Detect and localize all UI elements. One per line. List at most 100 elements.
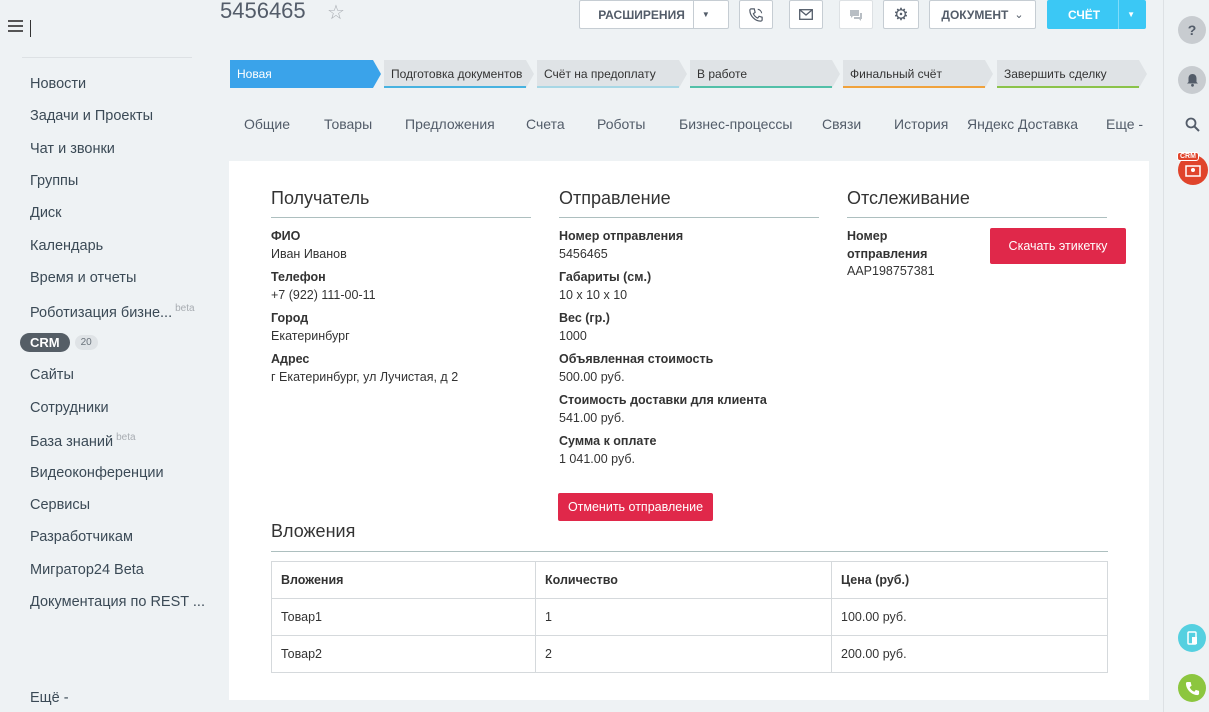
sidebar-item-crm[interactable]: CRM 20: [20, 333, 98, 352]
stage-docs[interactable]: Подготовка документов: [384, 60, 534, 88]
gear-icon: ⚙: [893, 4, 909, 24]
recipient-phone-label: Телефон: [271, 270, 326, 284]
cancel-shipment-button[interactable]: Отменить отправление: [558, 493, 713, 521]
recipient-name-label: ФИО: [271, 229, 301, 243]
star-icon[interactable]: ☆: [327, 0, 345, 25]
shipment-weight-value: 1000: [559, 329, 587, 343]
sidebar-item-label: Роботизация бизне...: [30, 304, 173, 321]
cell-quantity: 2: [535, 635, 832, 673]
stage-in-work[interactable]: В работе: [690, 60, 840, 88]
stage-prepayment[interactable]: Счёт на предоплату: [537, 60, 687, 88]
sidebar-item-videoconf[interactable]: Видеоконференции: [30, 465, 164, 481]
chevron-down-icon: ⌄: [1014, 9, 1024, 21]
sidebar-item-robotization[interactable]: Роботизация бизне... beta: [30, 303, 195, 321]
attachments-title: Вложения: [271, 521, 356, 541]
tracking-number-label-line2: отправления: [847, 247, 928, 261]
sidebar-item-groups[interactable]: Группы: [30, 173, 78, 189]
menu-icon[interactable]: [8, 20, 23, 36]
sidebar-divider: [22, 57, 192, 58]
invoice-button[interactable]: СЧЁТ ▼: [1047, 0, 1146, 29]
cell-price: 100.00 руб.: [831, 598, 1108, 636]
download-label-button[interactable]: Скачать этикетку: [990, 228, 1126, 264]
stage-label: Подготовка документов: [391, 67, 523, 81]
stage-close-deal[interactable]: Завершить сделку: [997, 60, 1147, 88]
sidebar-item-knowledge[interactable]: База знаний beta: [30, 432, 136, 450]
cell-price: 200.00 руб.: [831, 635, 1108, 673]
tab-more[interactable]: Еще -: [1106, 116, 1143, 132]
sidebar-item-chat[interactable]: Чат и звонки: [30, 141, 115, 157]
email-button[interactable]: [789, 0, 823, 29]
call-icon[interactable]: [1178, 674, 1206, 702]
tracking-title: Отслеживание: [847, 188, 970, 208]
sidebar-item-services[interactable]: Сервисы: [30, 497, 90, 513]
chat-button[interactable]: [839, 0, 873, 29]
shipment-dimensions-label: Габариты (см.): [559, 270, 652, 284]
chat-icon: [850, 9, 862, 21]
beta-badge: beta: [175, 303, 195, 314]
crm-label: CRM: [20, 333, 70, 352]
sidebar-item-label: База знаний: [30, 433, 114, 450]
sidebar-item-rest-docs[interactable]: Документация по REST ...: [30, 594, 205, 610]
sidebar-item-migrator[interactable]: Мигратор24 Beta: [30, 562, 144, 578]
stage-final-invoice[interactable]: Финальный счёт: [843, 60, 993, 88]
shipment-delivery-cost-value: 541.00 руб.: [559, 411, 625, 425]
shipment-delivery-cost-label: Стоимость доставки для клиента: [559, 393, 767, 407]
column-header-price: Цена (руб.): [831, 561, 1108, 599]
cell-item: Товар1: [271, 598, 536, 636]
extensions-label: РАСШИРЕНИЯ: [598, 7, 685, 22]
sidebar-item-disk[interactable]: Диск: [30, 205, 62, 221]
tab-general[interactable]: Общие: [244, 116, 290, 132]
search-icon[interactable]: [1178, 110, 1206, 138]
tab-business-processes[interactable]: Бизнес-процессы: [679, 116, 792, 132]
stage-new[interactable]: Новая: [230, 60, 381, 88]
call-button[interactable]: [739, 0, 773, 29]
bell-icon[interactable]: [1178, 66, 1206, 94]
phone-icon: [749, 7, 763, 22]
tab-history[interactable]: История: [894, 116, 948, 132]
shipment-total-value: 1 041.00 руб.: [559, 452, 635, 466]
recipient-city-value: Екатеринбург: [271, 329, 350, 343]
sidebar-item-tasks[interactable]: Задачи и Проекты: [30, 108, 153, 124]
table-row: Товар2 2 200.00 руб.: [271, 635, 1108, 673]
tab-yandex-delivery[interactable]: Яндекс Доставка: [967, 116, 1078, 132]
shipment-number-value: 5456465: [559, 247, 608, 261]
document-button[interactable]: ДОКУМЕНТ ⌄: [929, 0, 1036, 29]
recipient-title: Получатель: [271, 188, 370, 208]
right-rail: ? CRM: [1163, 0, 1209, 712]
sidebar-item-calendar[interactable]: Календарь: [30, 238, 103, 254]
sidebar-item-sites[interactable]: Сайты: [30, 367, 74, 383]
cell-item: Товар2: [271, 635, 536, 673]
shipment-total-label: Сумма к оплате: [559, 434, 657, 448]
sidebar-item-employees[interactable]: Сотрудники: [30, 400, 109, 416]
table-header-row: Вложения Количество Цена (руб.): [271, 561, 1108, 599]
attachments-divider: [271, 551, 1108, 552]
search-cursor: [30, 20, 31, 37]
tab-products[interactable]: Товары: [324, 116, 372, 132]
recipient-address-label: Адрес: [271, 352, 310, 366]
stage-label: Счёт на предоплату: [544, 67, 656, 81]
page-title: 5456465: [220, 0, 306, 23]
column-header-quantity: Количество: [535, 561, 832, 599]
crm-icon[interactable]: CRM: [1177, 152, 1208, 185]
tab-links[interactable]: Связи: [822, 116, 861, 132]
extensions-button[interactable]: РАСШИРЕНИЯ ▼: [579, 0, 729, 29]
recipient-city-label: Город: [271, 311, 309, 325]
sidebar-item-developers[interactable]: Разработчикам: [30, 529, 133, 545]
help-icon[interactable]: ?: [1178, 16, 1206, 44]
tab-quotes[interactable]: Предложения: [405, 116, 495, 132]
delivery-card: Получатель ФИО Иван Иванов Телефон +7 (9…: [229, 161, 1149, 700]
shipment-declared-value: 500.00 руб.: [559, 370, 625, 384]
sidebar-more[interactable]: Ещё -: [30, 690, 69, 706]
tab-robots[interactable]: Роботы: [597, 116, 645, 132]
tab-invoices[interactable]: Счета: [526, 116, 565, 132]
recipient-divider: [271, 217, 531, 218]
stage-label: Завершить сделку: [1004, 67, 1107, 81]
phone-devices-icon[interactable]: [1178, 624, 1206, 652]
tracking-number-label-line1: Номер: [847, 229, 888, 243]
envelope-icon: [799, 9, 813, 20]
shipment-dimensions-value: 10 x 10 x 10: [559, 288, 628, 302]
sidebar-item-news[interactable]: Новости: [30, 76, 86, 92]
column-header-attachments: Вложения: [271, 561, 536, 599]
settings-button[interactable]: ⚙: [883, 0, 919, 29]
sidebar-item-time[interactable]: Время и отчеты: [30, 270, 136, 286]
